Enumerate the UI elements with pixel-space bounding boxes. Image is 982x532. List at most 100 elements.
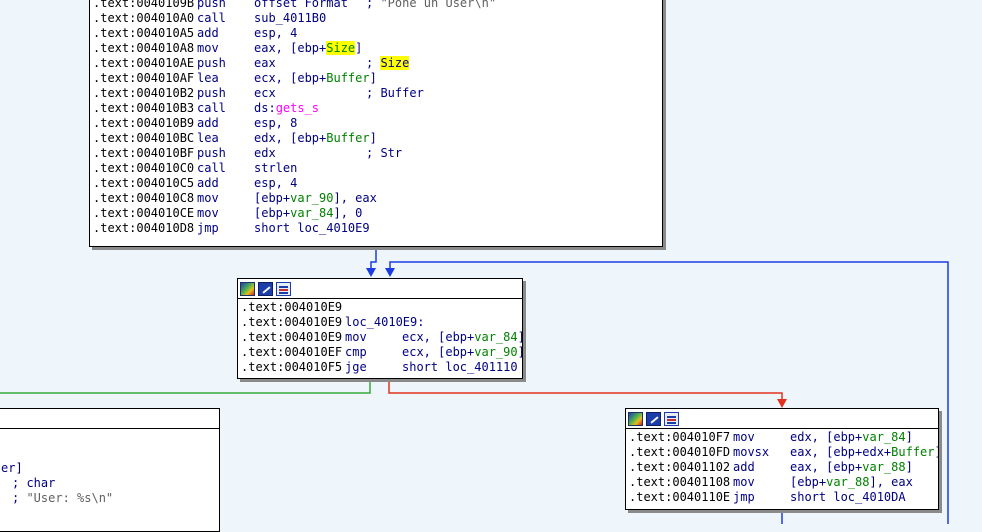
mnemonic: cmp	[345, 345, 367, 359]
edge-blue-jmp	[370, 247, 377, 270]
disasm-line[interactable]: .text:00401102 add eax, [ebp+var_88]	[629, 460, 935, 475]
node-a-lines: .text:0040109B push offset Format; "Pone u…	[90, 0, 662, 236]
basic-block-node-a[interactable]: .text:0040109B push offset Format; "Pone u…	[89, 0, 663, 247]
disasm-line[interactable]: .text:004010F5 jge short loc_401110	[241, 360, 519, 375]
rename-icon[interactable]	[258, 281, 273, 296]
disasm-line[interactable]: .text:004010D8 jmp short loc_4010E9	[93, 221, 659, 236]
comment-part: "Pone un User\n"	[380, 0, 497, 10]
operands: esp, 4	[254, 26, 366, 41]
operand-part: ]	[355, 41, 363, 55]
disasm-line[interactable]: .text:004010FDmovsx eax, [ebp+edx+Buffer]	[629, 445, 938, 460]
disasm-line[interactable]: .text:0040110E jmp short loc_4010DA	[629, 490, 935, 505]
mnemonic: movsx	[733, 445, 770, 459]
operand-part: edx	[254, 146, 276, 160]
operand-part: Buffer	[326, 71, 370, 85]
operand-part: short loc_401110	[402, 360, 518, 374]
operand-part: ], eax	[869, 475, 913, 489]
operands: ecx, [ebp+var_90]	[402, 345, 522, 360]
operand-part: gets_s	[275, 101, 320, 115]
address: .text:004010EF	[241, 345, 343, 359]
disasm-line[interactable]: .text:004010AF lea ecx, [ebp+Buffer]	[93, 71, 659, 86]
xrefs-list-icon[interactable]	[276, 281, 291, 296]
xrefs-list-icon[interactable]	[664, 411, 679, 426]
rename-icon[interactable]	[646, 411, 661, 426]
address: .text:004010CE	[93, 206, 195, 220]
operand-part: er]	[1, 461, 23, 475]
operands: [ebp+var_90], eax	[254, 191, 377, 206]
mnemonic: add	[733, 460, 755, 474]
comment: ; Buffer	[366, 86, 424, 101]
operands: esp, 8	[254, 116, 366, 131]
operands: short loc_4010E9	[254, 221, 370, 236]
disasm-line[interactable]: .text:004010EFcmp ecx, [ebp+var_90]	[241, 345, 522, 360]
address: .text:004010E9	[241, 330, 343, 344]
operand-part: esp, 8	[254, 116, 298, 130]
operand-part: Buffer	[326, 131, 370, 145]
node-d-toolbar	[0, 409, 219, 429]
operand-part: "User: %s\n"	[26, 491, 114, 505]
operand-part: var_88	[862, 460, 906, 474]
basic-block-node-b[interactable]: .text:004010E9 .text:004010E9 loc_4010E9:.…	[237, 278, 523, 379]
comment-part: ; Str	[366, 146, 403, 160]
disasm-line[interactable]: .text:004010B3 call ds:gets_s	[93, 101, 659, 116]
mnemonic: lea	[197, 131, 219, 145]
operand-part: ]	[369, 131, 377, 145]
disasm-line[interactable]: .text:004010E9	[241, 300, 519, 315]
comment: ; Size	[366, 56, 410, 71]
operand-part: var_88	[826, 475, 870, 489]
disasm-line[interactable]: .text:004010CE mov [ebp+var_84], 0	[93, 206, 659, 221]
disasm-line[interactable]: .text:004010F7 mov edx, [ebp+var_84]	[629, 430, 935, 445]
disasm-line[interactable]: .text:004010C8 mov [ebp+var_90], eax	[93, 191, 659, 206]
address: .text:00401108	[629, 475, 731, 489]
mnemonic: jmp	[733, 490, 755, 504]
node-b-toolbar	[238, 279, 522, 299]
mnemonic: push	[197, 146, 226, 160]
operand-part: short loc_4010DA	[790, 490, 906, 504]
address: .text:0040110E	[629, 490, 731, 504]
address: .text:004010B2	[93, 86, 195, 100]
operand-part: var_90	[474, 345, 518, 359]
node-c-toolbar	[626, 409, 938, 429]
disasm-line[interactable]: .text:004010E9 loc_4010E9:	[241, 315, 519, 330]
operands: [ebp+var_84], 0	[254, 206, 366, 221]
disasm-line[interactable]: ; "User: %s\n"	[1, 491, 216, 506]
operands: esp, 4	[254, 176, 366, 191]
disasm-line[interactable]: .text:004010C0 call strlen	[93, 161, 659, 176]
operand-part: ]	[518, 330, 522, 344]
mnemonic: add	[197, 176, 219, 190]
address: .text:004010A8	[93, 41, 195, 55]
disasm-line[interactable]: .text:004010BC lea edx, [ebp+Buffer]	[93, 131, 659, 146]
disasm-line[interactable]: .text:004010B2 push ecx ; Buffer	[93, 86, 659, 101]
edge-red-fallthrough	[388, 378, 783, 402]
mnemonic: mov	[345, 330, 367, 344]
disasm-line[interactable]: .text:004010E9mov ecx, [ebp+var_84]	[241, 330, 522, 345]
disasm-line[interactable]: .text:004010A0 call sub_4011B0	[93, 11, 659, 26]
disasm-line[interactable]: .text:00401108 mov [ebp+var_88], eax	[629, 475, 935, 490]
mnemonic: mov	[197, 191, 219, 205]
disasm-line[interactable]: ; char	[1, 476, 216, 491]
disasm-line[interactable]: .text:0040109B push offset Format; "Pone u…	[93, 0, 659, 11]
operand-part: var_90	[290, 191, 334, 205]
address: .text:004010C0	[93, 161, 195, 175]
operand-part: [ebp+	[254, 206, 291, 220]
edge-green-jge-taken	[0, 378, 371, 394]
address: .text:0040109B	[93, 0, 195, 10]
disasm-line[interactable]: .text:004010AE push eax; Size	[93, 56, 659, 71]
graph-overview-icon[interactable]	[628, 411, 643, 426]
address: .text:004010F5	[241, 360, 343, 374]
disasm-line[interactable]: .text:004010B9 add esp, 8	[93, 116, 659, 131]
disasm-line[interactable]: er]	[1, 461, 216, 476]
comment-part: ; Buffer	[366, 86, 424, 100]
disasm-line[interactable]: .text:004010BF push edx ; Str	[93, 146, 659, 161]
operands: sub_4011B0	[254, 11, 366, 26]
disasm-line[interactable]: .text:004010A8 mov eax, [ebp+Size]	[93, 41, 659, 56]
graph-overview-icon[interactable]	[240, 281, 255, 296]
disasm-line[interactable]: .text:004010C5 add esp, 4	[93, 176, 659, 191]
operands: edx, [ebp+Buffer]	[254, 131, 377, 146]
address: .text:004010BC	[93, 131, 195, 145]
operand-part: ]	[518, 345, 522, 359]
basic-block-node-c[interactable]: .text:004010F7 mov edx, [ebp+var_84] .text:…	[625, 408, 939, 510]
disasm-line[interactable]: .text:004010A5 add esp, 4	[93, 26, 659, 41]
ida-graph-view[interactable]: .text:0040109B push offset Format; "Pone u…	[0, 0, 982, 532]
basic-block-node-d[interactable]: er]; char; "User: %s\n"	[0, 408, 220, 532]
